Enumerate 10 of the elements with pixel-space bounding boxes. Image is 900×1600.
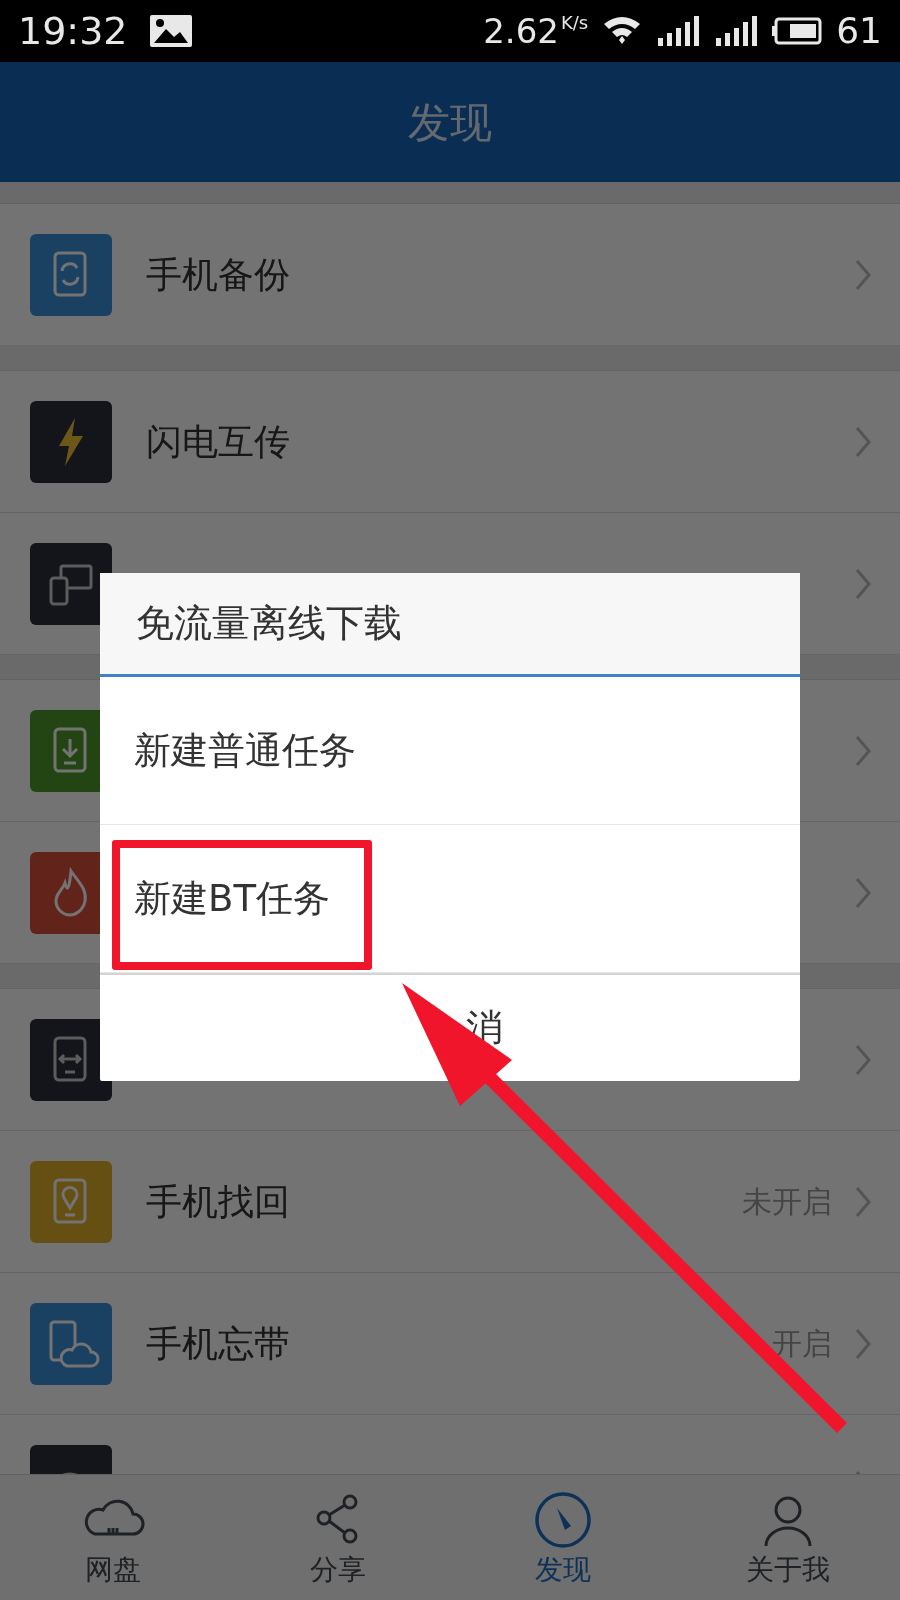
row-label: 手机找回 bbox=[146, 1179, 290, 1224]
row-label: 手机忘带 bbox=[146, 1321, 290, 1366]
battery-level: 61 bbox=[836, 13, 882, 49]
network-speed: 2.62 bbox=[483, 14, 559, 48]
status-time: 19:32 bbox=[18, 12, 128, 50]
speed-unit: K/s bbox=[560, 14, 589, 32]
dialog-title: 免流量离线下载 bbox=[136, 600, 402, 647]
row-label: 手机备份 bbox=[146, 252, 290, 297]
row-label: 闪电互传 bbox=[146, 419, 290, 464]
header-title: 发现 bbox=[408, 96, 492, 149]
